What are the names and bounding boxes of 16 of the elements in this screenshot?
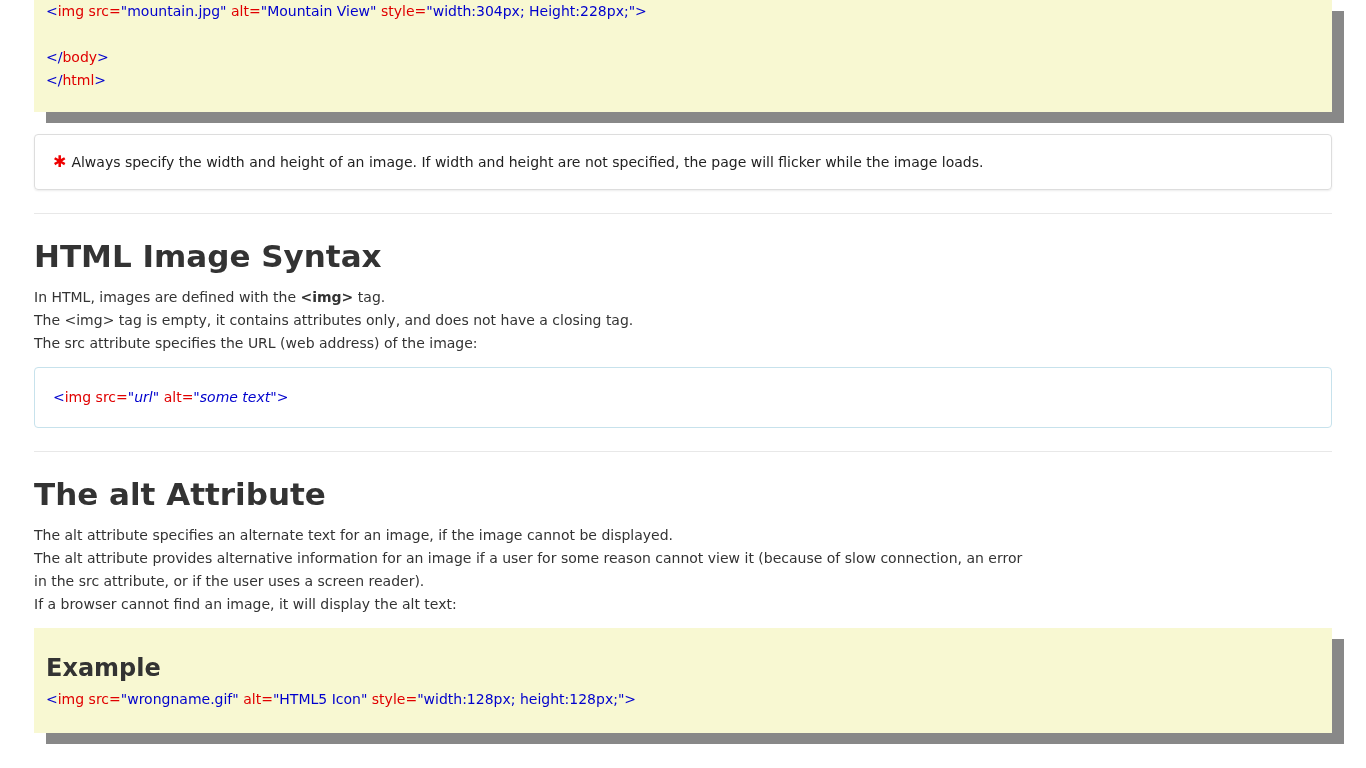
note-text: Always specify the width and height of an image. If width and height are not specified, the page will flicker while the image loads. — [71, 153, 984, 171]
paragraph: The alt attribute provides alternative information for an image if a user for some reason cannot view it (because of slow connection, an error in the src attribute, or if the user uses a screen reader). — [34, 549, 1024, 591]
paragraph: The src attribute specifies the URL (web address) of the image: — [34, 334, 479, 353]
section-heading: The alt Attribute — [34, 475, 327, 514]
paragraph: The alt attribute specifies an alternate text for an image, if the image cannot be displayed. — [34, 526, 675, 545]
code-line: <img src="wrongname.gif" alt="HTML5 Icon" style="width:128px; height:128px;"> — [46, 690, 638, 709]
section-heading: HTML Image Syntax — [34, 237, 383, 276]
code-line: <img src="mountain.jpg" alt="Mountain View" style="width:304px; Height:228px;"> — [46, 2, 648, 21]
paragraph: The <img> tag is empty, it contains attributes only, and does not have a closing tag. — [34, 311, 635, 330]
asterisk-icon: ✱ — [53, 154, 67, 170]
code-line: <img src="url" alt="some text"> — [53, 388, 290, 407]
code-line: </body> — [46, 48, 110, 67]
code-line: </html> — [46, 71, 108, 90]
paragraph: In HTML, images are defined with the <img> tag. — [34, 288, 387, 307]
paragraph: If a browser cannot find an image, it will display the alt text: — [34, 595, 458, 614]
example-heading: Example — [46, 653, 162, 684]
